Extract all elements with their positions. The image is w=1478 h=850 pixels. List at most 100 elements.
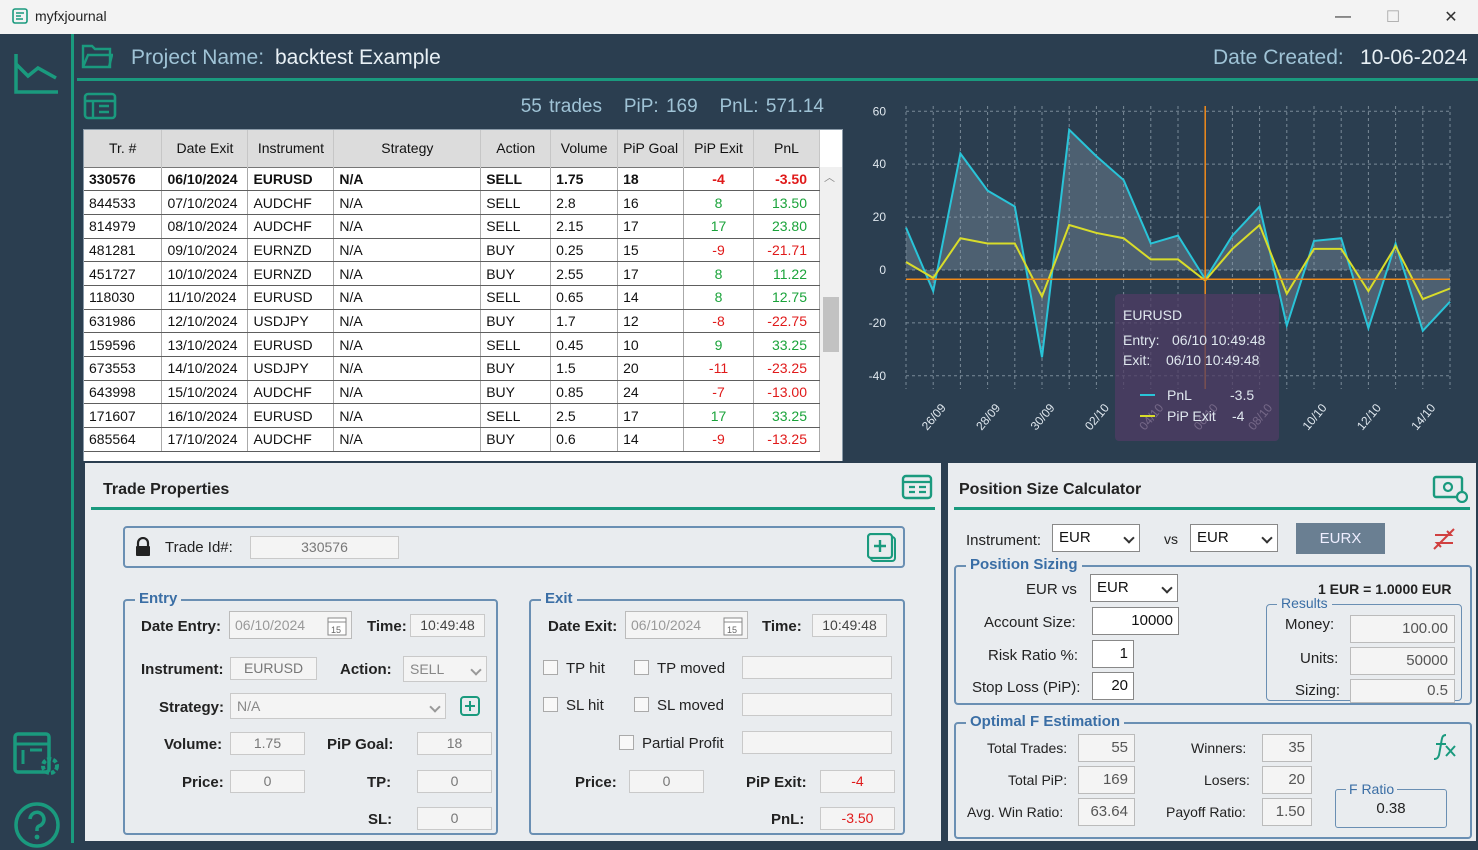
eur-vs-select[interactable]: EUR	[1090, 574, 1178, 602]
add-strategy-icon[interactable]	[459, 695, 481, 717]
stop-loss-input[interactable]: 20	[1092, 672, 1134, 700]
instrument-1-select[interactable]: EUR	[1052, 524, 1140, 552]
swap-disabled-icon[interactable]	[1430, 525, 1458, 553]
instrument-2-select[interactable]: EUR	[1190, 524, 1278, 552]
column-header[interactable]: PnL	[753, 130, 821, 167]
window-title: myfxjournal	[35, 8, 107, 24]
total-pip-value[interactable]: 169	[1078, 766, 1135, 794]
folder-icon[interactable]	[81, 42, 113, 70]
table-cell: 0.85	[550, 380, 619, 405]
exit-price-field[interactable]: 0	[629, 770, 704, 793]
table-cell: 631986	[84, 309, 163, 334]
table-cell: AUDCHF	[247, 380, 335, 405]
settings-nav-icon[interactable]	[12, 730, 62, 780]
entry-time-field[interactable]: 10:49:48	[410, 614, 485, 637]
table-row[interactable]: 171607 16/10/2024 EURUSD N/A SELL 2.5 17 17 33.2…	[84, 403, 821, 429]
sl-hit-checkbox[interactable]	[543, 697, 558, 712]
risk-ratio-label: Risk Ratio %:	[988, 647, 1079, 664]
trade-id-field[interactable]: 330576	[250, 536, 399, 559]
table-row[interactable]: 330576 06/10/2024 EURUSD N/A SELL 1.75 18 -4 -3.…	[84, 166, 821, 192]
function-icon[interactable]	[1432, 732, 1458, 760]
scroll-up-icon[interactable]: ︿	[824, 169, 835, 185]
table-row[interactable]: 159596 13/10/2024 EURUSD N/A SELL 0.45 10 9 33.2…	[84, 332, 821, 357]
table-cell: N/A	[333, 309, 482, 334]
add-trade-icon[interactable]	[867, 533, 897, 563]
date-exit-field[interactable]: 06/10/2024 15	[625, 611, 748, 639]
x-tick-label: 28/09	[973, 401, 1003, 433]
partial-profit-field[interactable]	[742, 731, 892, 754]
table-row[interactable]: 481281 09/10/2024 EURNZD N/A BUY 0.25 15 -9 -21.…	[84, 238, 821, 263]
table-row[interactable]: 673553 14/10/2024 USDJPY N/A BUY 1.5 20 -11 -23.…	[84, 356, 821, 381]
lock-icon[interactable]	[134, 537, 152, 557]
eurx-button[interactable]: EURX	[1296, 523, 1385, 554]
column-header[interactable]: Tr. #	[84, 130, 163, 167]
table-row[interactable]: 451727 10/10/2024 EURNZD N/A BUY 2.55 17 8 11.22	[84, 261, 821, 286]
trades-summary: 55 trades PiP: 169 PnL: 571.14	[521, 96, 824, 118]
calendar-icon[interactable]: 15	[326, 615, 348, 637]
tooltip-text: -3.5	[1230, 387, 1254, 403]
calculator-money-icon[interactable]	[1432, 473, 1468, 503]
trade-properties-icon[interactable]	[901, 474, 933, 500]
calendar-icon[interactable]: 15	[722, 615, 744, 637]
column-header[interactable]: Volume	[550, 130, 619, 167]
tp-field[interactable]: 0	[417, 770, 492, 793]
sl-moved-field[interactable]	[742, 693, 892, 716]
date-entry-field[interactable]: 06/10/2024 15	[229, 611, 352, 639]
tp-moved-checkbox[interactable]	[634, 660, 649, 675]
table-cell: 14/10/2024	[161, 356, 249, 381]
instrument-field[interactable]: EURUSD	[230, 657, 317, 680]
tp-hit-checkbox[interactable]	[543, 660, 558, 675]
sizing-value[interactable]: 0.5	[1350, 679, 1455, 703]
units-value[interactable]: 50000	[1350, 647, 1455, 675]
table-row[interactable]: 118030 11/10/2024 EURUSD N/A SELL 0.65 14 8 12.7…	[84, 285, 821, 310]
sl-field[interactable]: 0	[417, 807, 492, 830]
table-cell: N/A	[333, 403, 482, 429]
exit-pnl-field[interactable]: -3.50	[820, 807, 895, 830]
column-header[interactable]: Action	[480, 130, 552, 167]
close-button[interactable]: ✕	[1428, 0, 1474, 34]
column-header[interactable]: PiP Exit	[683, 130, 754, 167]
strategy-select[interactable]: N/A	[230, 693, 446, 719]
maximize-button[interactable]: ☐	[1370, 0, 1416, 34]
entry-price-field[interactable]: 0	[230, 770, 305, 793]
table-cell: -8	[683, 309, 754, 334]
table-cell: 171607	[84, 403, 163, 429]
partial-profit-checkbox[interactable]	[619, 735, 634, 750]
table-cell: -3.50	[753, 166, 821, 192]
table-cell: -13.00	[753, 380, 821, 405]
avg-win-label: Avg. Win Ratio:	[967, 804, 1064, 820]
losers-value[interactable]: 20	[1262, 766, 1312, 794]
total-trades-value[interactable]: 55	[1078, 734, 1135, 762]
pip-exit-field[interactable]: -4	[820, 770, 895, 793]
avg-win-value[interactable]: 63.64	[1078, 798, 1135, 826]
column-header[interactable]: Strategy	[333, 130, 482, 167]
table-row[interactable]: 643998 15/10/2024 AUDCHF N/A BUY 0.85 24 -7 -13.…	[84, 380, 821, 405]
column-header[interactable]: Date Exit	[161, 130, 249, 167]
table-cell: AUDCHF	[247, 214, 335, 239]
strategy-value: N/A	[237, 698, 261, 714]
winners-value[interactable]: 35	[1262, 734, 1312, 762]
payoff-value[interactable]: 1.50	[1262, 798, 1312, 826]
table-row[interactable]: 844533 07/10/2024 AUDCHF N/A SELL 2.8 16 8 13.50	[84, 190, 821, 215]
volume-field[interactable]: 1.75	[230, 732, 305, 755]
action-select[interactable]: SELL	[403, 656, 487, 682]
table-row[interactable]: 814979 08/10/2024 AUDCHF N/A SELL 2.15 17 17 23.…	[84, 214, 821, 239]
table-row[interactable]: 685564 17/10/2024 AUDCHF N/A BUY 0.6 14 -9 -13.2…	[84, 427, 821, 452]
risk-ratio-input[interactable]: 1	[1092, 640, 1134, 668]
minimize-button[interactable]: —	[1320, 0, 1366, 34]
pip-goal-field[interactable]: 18	[417, 732, 492, 755]
trades-table-icon[interactable]	[83, 92, 117, 120]
table-cell: AUDCHF	[247, 190, 335, 215]
exchange-rate: 1 EUR = 1.0000 EUR	[1318, 581, 1452, 597]
money-value[interactable]: 100.00	[1350, 615, 1455, 643]
tp-moved-field[interactable]	[742, 656, 892, 679]
account-size-input[interactable]: 10000	[1092, 607, 1179, 635]
column-header[interactable]: Instrument	[247, 130, 335, 167]
pnl-chart[interactable]: 6040200-20-4026/0928/0930/0902/1004/1006…	[852, 84, 1478, 456]
scrollbar-thumb[interactable]	[823, 297, 839, 352]
column-header[interactable]: PiP Goal	[617, 130, 685, 167]
sl-moved-checkbox[interactable]	[634, 697, 649, 712]
exit-time-field[interactable]: 10:49:48	[812, 614, 887, 637]
table-row[interactable]: 631986 12/10/2024 USDJPY N/A BUY 1.7 12 -8 -22.7…	[84, 309, 821, 334]
chart-nav-icon[interactable]	[12, 48, 62, 98]
